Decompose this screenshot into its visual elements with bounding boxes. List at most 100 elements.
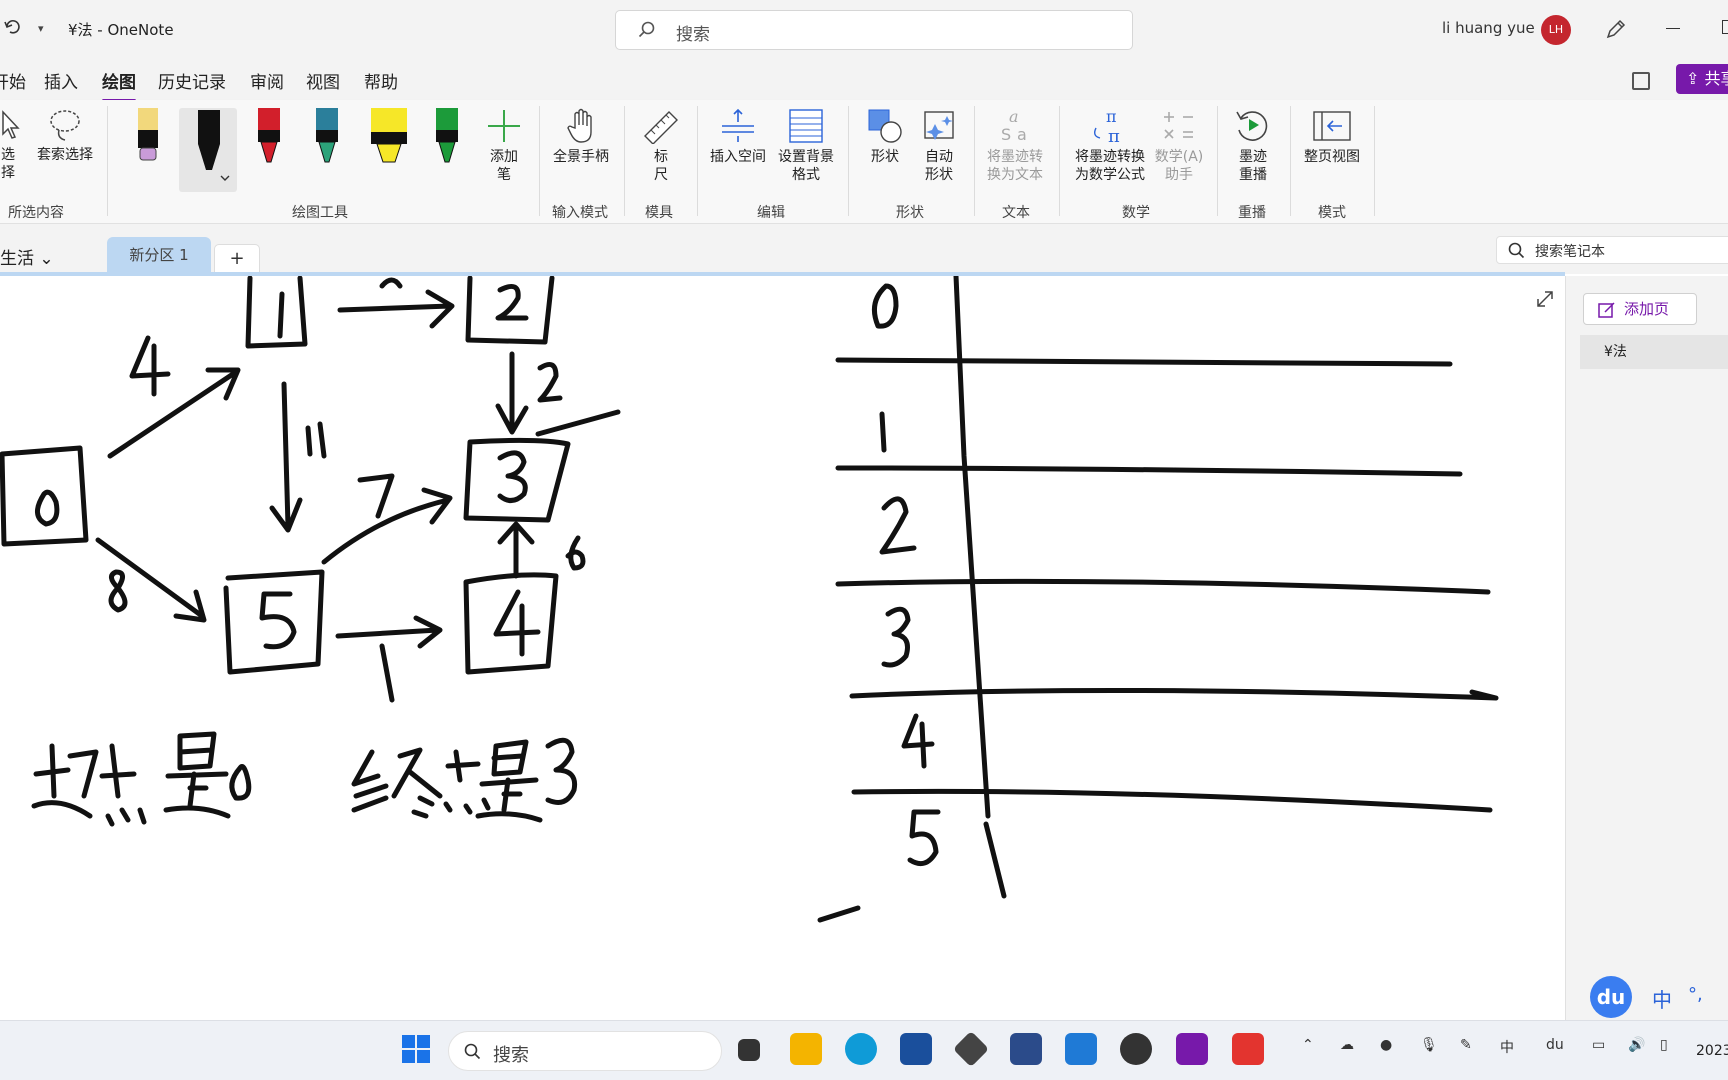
baidu-ime-tray-icon[interactable]: du [1546,1037,1564,1053]
pen-black-selected[interactable] [179,108,237,192]
tab-view[interactable]: 视图 [306,68,340,93]
show-hidden-icons-icon[interactable]: ⌃ [1302,1037,1314,1053]
media-app-icon[interactable] [1120,1033,1152,1065]
pen-tray-icon[interactable]: ✎ [1460,1037,1472,1053]
expand-icon[interactable] [1536,290,1554,308]
minimize-icon[interactable] [1666,28,1680,29]
tab-help[interactable]: 帮助 [364,68,398,93]
search-box[interactable]: 搜索 [615,10,1133,50]
tab-draw[interactable]: 绘图 [102,68,136,102]
onedrive-icon[interactable]: ☁ [1340,1037,1354,1053]
taskbar-search-box[interactable]: 搜索 [448,1031,722,1071]
menu-bar: 开始 插入 绘图 历史记录 审阅 视图 帮助 ⇪ 共享 [0,58,1728,102]
quick-access-dropdown-icon[interactable]: ▾ [38,22,44,35]
pen-teal[interactable] [312,108,342,172]
full-page-view-button[interactable]: 整页视图 [1298,108,1366,166]
shapes-button[interactable]: 形状 [862,108,908,166]
add-section-button[interactable]: + [214,244,260,274]
auto-shapes-icon [924,111,954,140]
tab-history[interactable]: 历史记录 [158,68,226,93]
ink-replay-button[interactable]: 墨迹重播 [1226,108,1280,184]
sticky-note-icon[interactable] [1632,72,1650,90]
group-mode-label: 模式 [1318,205,1346,221]
tab-review[interactable]: 审阅 [250,68,284,93]
qq-icon[interactable]: ● [1380,1037,1392,1053]
edge-browser-icon[interactable] [845,1033,877,1065]
svg-text:π: π [1106,108,1117,126]
ime-logo[interactable]: du [1590,976,1632,1018]
pen-icon[interactable] [1604,17,1628,41]
ime-tray-icon[interactable]: 中 [1500,1037,1514,1057]
notebook-search-box[interactable]: 搜索笔记本 [1496,236,1728,264]
ribbon-separator [848,106,849,216]
background-format-button[interactable]: 设置背景格式 [774,108,838,184]
ink-to-text-button[interactable]: aSa 将墨迹转换为文本 [982,108,1048,184]
onenote-taskbar-icon[interactable] [1176,1033,1208,1065]
ribbon-separator [1290,106,1291,216]
plus-icon [488,110,520,142]
pen-icon [316,108,338,163]
ink-to-math-label: 将墨迹转换为数学公式 [1075,149,1145,183]
full-page-label: 整页视图 [1304,149,1360,165]
ribbon-separator [974,106,975,216]
undo-icon[interactable] [4,18,22,36]
insert-space-button[interactable]: 插入空间 [708,108,768,166]
tab-home[interactable]: 开始 [0,68,26,93]
taskbar: 搜索 ⌃ ☁ ● 🎙 ✎ 中 du ▭ 🔊 ▯ 2023 [0,1020,1728,1080]
ink-to-math-icon: ππ [1093,108,1120,144]
auto-shapes-label: 自动形状 [925,149,953,183]
network-icon[interactable]: ▭ [1592,1037,1605,1053]
search-placeholder: 搜索 [676,25,710,45]
share-button[interactable]: ⇪ 共享 [1676,64,1728,94]
devcpp-icon[interactable] [1010,1033,1042,1065]
avatar[interactable]: LH [1541,15,1571,45]
ruler-label: 标尺 [654,149,668,183]
app-hexagon-icon[interactable] [952,1030,990,1068]
ruler-button[interactable]: 标尺 [638,108,684,184]
group-text-label: 文本 [1002,205,1030,221]
add-pen-button[interactable]: 添加笔 [482,108,526,184]
pen-red[interactable] [254,108,284,172]
pan-hand-button[interactable]: 全景手柄 [548,108,614,166]
add-page-button[interactable]: 添加页 [1583,293,1697,325]
svg-text:a: a [1009,108,1019,126]
page-canvas[interactable] [0,276,1565,1020]
battery-icon[interactable]: ▯ [1660,1037,1668,1053]
windows-start-icon[interactable] [400,1033,432,1065]
microphone-icon[interactable]: 🎙 [1420,1037,1438,1053]
group-drawing-tools-label: 绘图工具 [292,205,348,221]
lasso-select-button[interactable]: 套索选择 [32,108,98,164]
maximize-icon[interactable] [1722,20,1728,34]
highlighter-yellow[interactable] [369,108,409,172]
tab-insert[interactable]: 插入 [44,68,78,93]
notebook-dropdown[interactable]: 生活 ⌄ [0,244,54,269]
user-name: li huang yue [1442,19,1535,37]
task-view-icon[interactable] [738,1039,760,1061]
section-tab[interactable]: 新分区 1 [107,237,211,274]
math-assistant-button[interactable]: 数学(A)助手 [1152,108,1206,184]
search-icon [464,1043,481,1060]
group-replay-label: 重播 [1238,205,1266,221]
pen-green[interactable] [432,108,462,172]
pointer-icon [2,110,20,139]
handwritten-graph-ink [0,276,1499,923]
file-explorer-icon[interactable] [790,1033,822,1065]
ink-to-math-button[interactable]: ππ 将墨迹转换为数学公式 [1070,108,1150,184]
title-bar: ▾ ¥法 - OneNote 搜索 li huang yue LH [0,0,1728,58]
highlighter-pen-pink[interactable] [133,108,163,172]
select-button[interactable]: 选择 [0,108,28,182]
group-input-mode-label: 输入模式 [552,205,608,221]
hand-icon [567,108,592,143]
auto-shapes-button[interactable]: 自动形状 [914,108,964,184]
ime-punctuation[interactable]: °, [1688,984,1703,1005]
shapes-label: 形状 [871,149,899,165]
ime-language[interactable]: 中 [1652,984,1672,1013]
clock[interactable]: 2023 [1696,1043,1728,1059]
volume-icon[interactable]: 🔊 [1628,1037,1645,1053]
page-item[interactable]: ¥法 [1580,335,1728,369]
onenote-window: ▾ ¥法 - OneNote 搜索 li huang yue LH 开始 插入 … [0,0,1728,1080]
vscode-icon[interactable] [1065,1033,1097,1065]
youdao-icon[interactable] [1232,1033,1264,1065]
full-page-view-icon [1313,111,1351,141]
store-icon[interactable] [900,1033,932,1065]
